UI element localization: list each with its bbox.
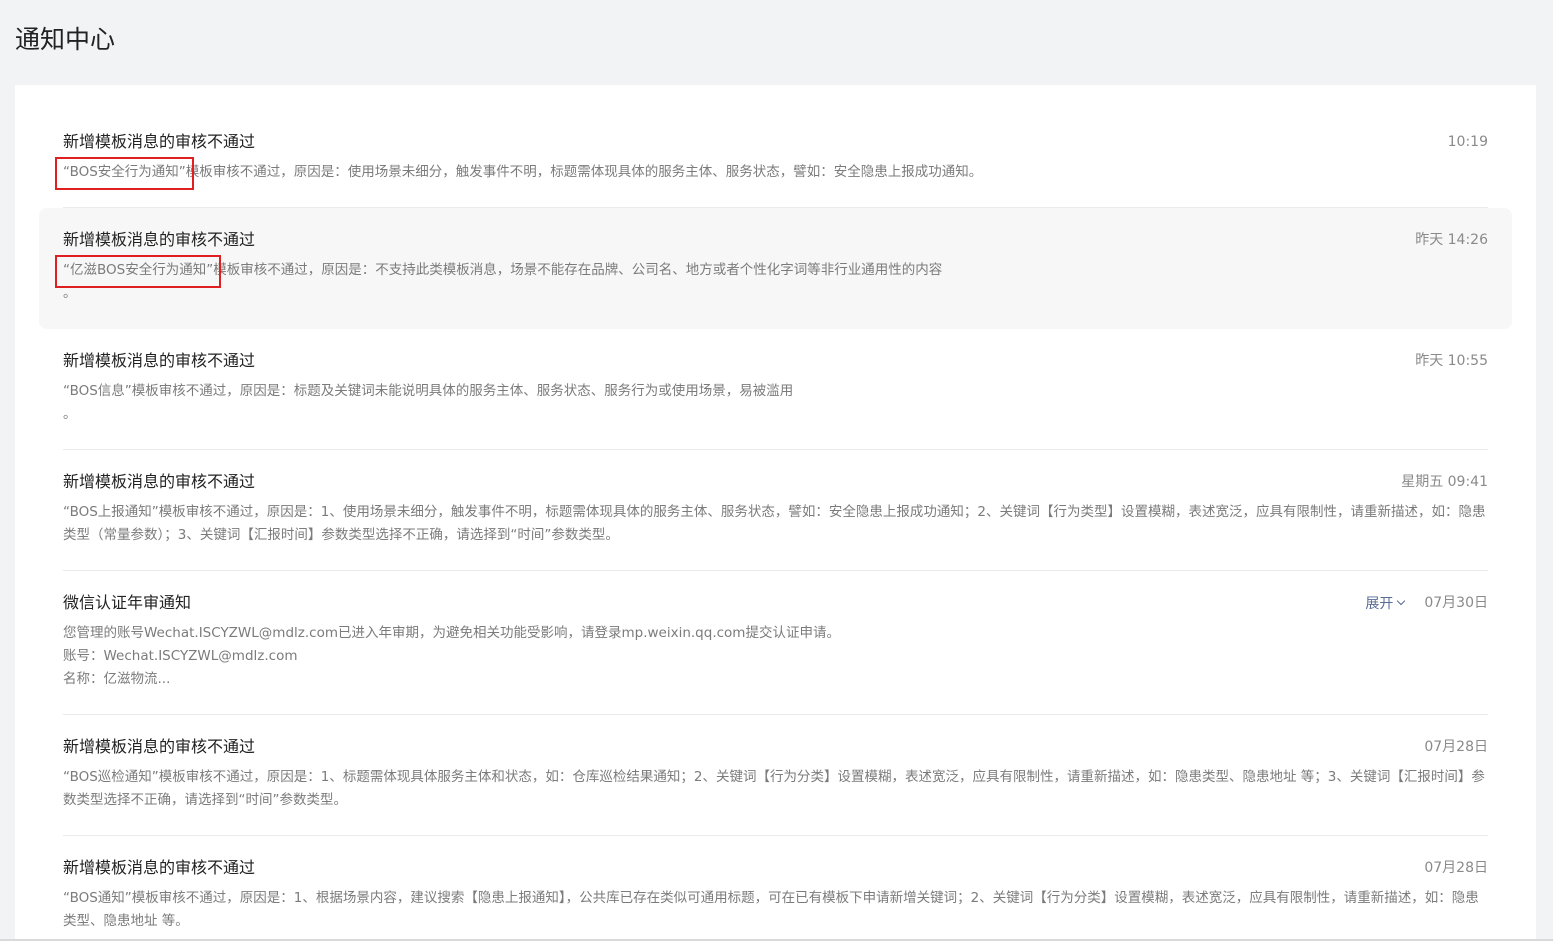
notification-time: 07月28日 xyxy=(1424,739,1488,755)
notification-body: “BOS巡检通知”模板审核不通过，原因是：1、标题需体现具体服务主体和状态，如：… xyxy=(63,769,1485,808)
notification-item[interactable]: 新增模板消息的审核不通过 10:19 “BOS安全行为通知” 模板审核不通过，原因… xyxy=(39,110,1512,208)
notification-time: 10:19 xyxy=(1447,134,1488,150)
highlighted-template-name: “亿滋BOS安全行为通知” xyxy=(55,255,222,288)
notification-title: 新增模板消息的审核不通过 xyxy=(63,132,256,151)
notification-item[interactable]: 新增模板消息的审核不通过 07月28日 “BOS巡检通知”模板审核不通过，原因是… xyxy=(39,715,1512,836)
notification-item[interactable]: 新增模板消息的审核不通过 07月28日 “BOS通知”模板审核不通过，原因是：1… xyxy=(39,836,1512,941)
notification-title: 新增模板消息的审核不通过 xyxy=(63,737,256,756)
notification-time: 昨天 14:26 xyxy=(1415,232,1488,248)
notification-body: 您管理的账号Wechat.ISCYZWL@mdlz.com已进入年审期，为避免相… xyxy=(63,622,1488,691)
notification-item[interactable]: 新增模板消息的审核不通过 星期五 09:41 “BOS上报通知”模板审核不通过，… xyxy=(39,450,1512,571)
account-name-line: 名称：亿滋物流... xyxy=(63,671,171,687)
notification-item[interactable]: 新增模板消息的审核不通过 昨天 10:55 “BOS信息”模板审核不通过，原因是… xyxy=(39,329,1512,450)
notification-time: 07月28日 xyxy=(1424,860,1488,876)
account-line: 账号：Wechat.ISCYZWL@mdlz.com xyxy=(63,648,298,664)
notification-item[interactable]: 微信认证年审通知 展开 07月30日 您管理的账号Wechat.ISCYZWL@… xyxy=(39,571,1512,715)
notification-title: 新增模板消息的审核不通过 xyxy=(63,230,256,249)
expand-button[interactable]: 展开 xyxy=(1365,593,1406,613)
notification-body: “BOS上报通知”模板审核不通过，原因是：1、使用场景未细分，触发事件不明，标题… xyxy=(63,504,1486,543)
notification-time: 昨天 10:55 xyxy=(1415,353,1488,369)
highlighted-template-name: “BOS安全行为通知” xyxy=(55,157,194,190)
chevron-down-icon xyxy=(1397,596,1406,606)
notification-body: “亿滋BOS安全行为通知” 模板审核不通过，原因是：不支持此类模板消息，场景不能存… xyxy=(55,255,1488,305)
notification-body: “BOS信息”模板审核不通过，原因是：标题及关键词未能说明具体的服务主体、服务状… xyxy=(63,380,1488,426)
notification-title: 新增模板消息的审核不通过 xyxy=(63,858,256,877)
notification-body: “BOS通知”模板审核不通过，原因是：1、根据场景内容，建议搜索【隐患上报通知】… xyxy=(63,890,1479,929)
notification-list: 新增模板消息的审核不通过 10:19 “BOS安全行为通知” 模板审核不通过，原因… xyxy=(39,110,1512,941)
notification-title: 新增模板消息的审核不通过 xyxy=(63,351,256,370)
notification-body-tail: 。 xyxy=(63,406,77,422)
notification-body: “BOS安全行为通知” 模板审核不通过，原因是：使用场景未细分，触发事件不明，标题… xyxy=(55,157,1488,190)
notification-time: 07月30日 xyxy=(1424,595,1488,611)
notification-time: 星期五 09:41 xyxy=(1401,474,1488,490)
notification-title: 新增模板消息的审核不通过 xyxy=(63,472,256,491)
notification-item[interactable]: 新增模板消息的审核不通过 昨天 14:26 “亿滋BOS安全行为通知” 模板审核不… xyxy=(39,208,1512,329)
page-title: 通知中心 xyxy=(15,25,116,54)
notification-title: 微信认证年审通知 xyxy=(63,593,192,612)
notification-panel: 新增模板消息的审核不通过 10:19 “BOS安全行为通知” 模板审核不通过，原因… xyxy=(15,85,1536,941)
notification-body-tail: 。 xyxy=(63,285,77,301)
